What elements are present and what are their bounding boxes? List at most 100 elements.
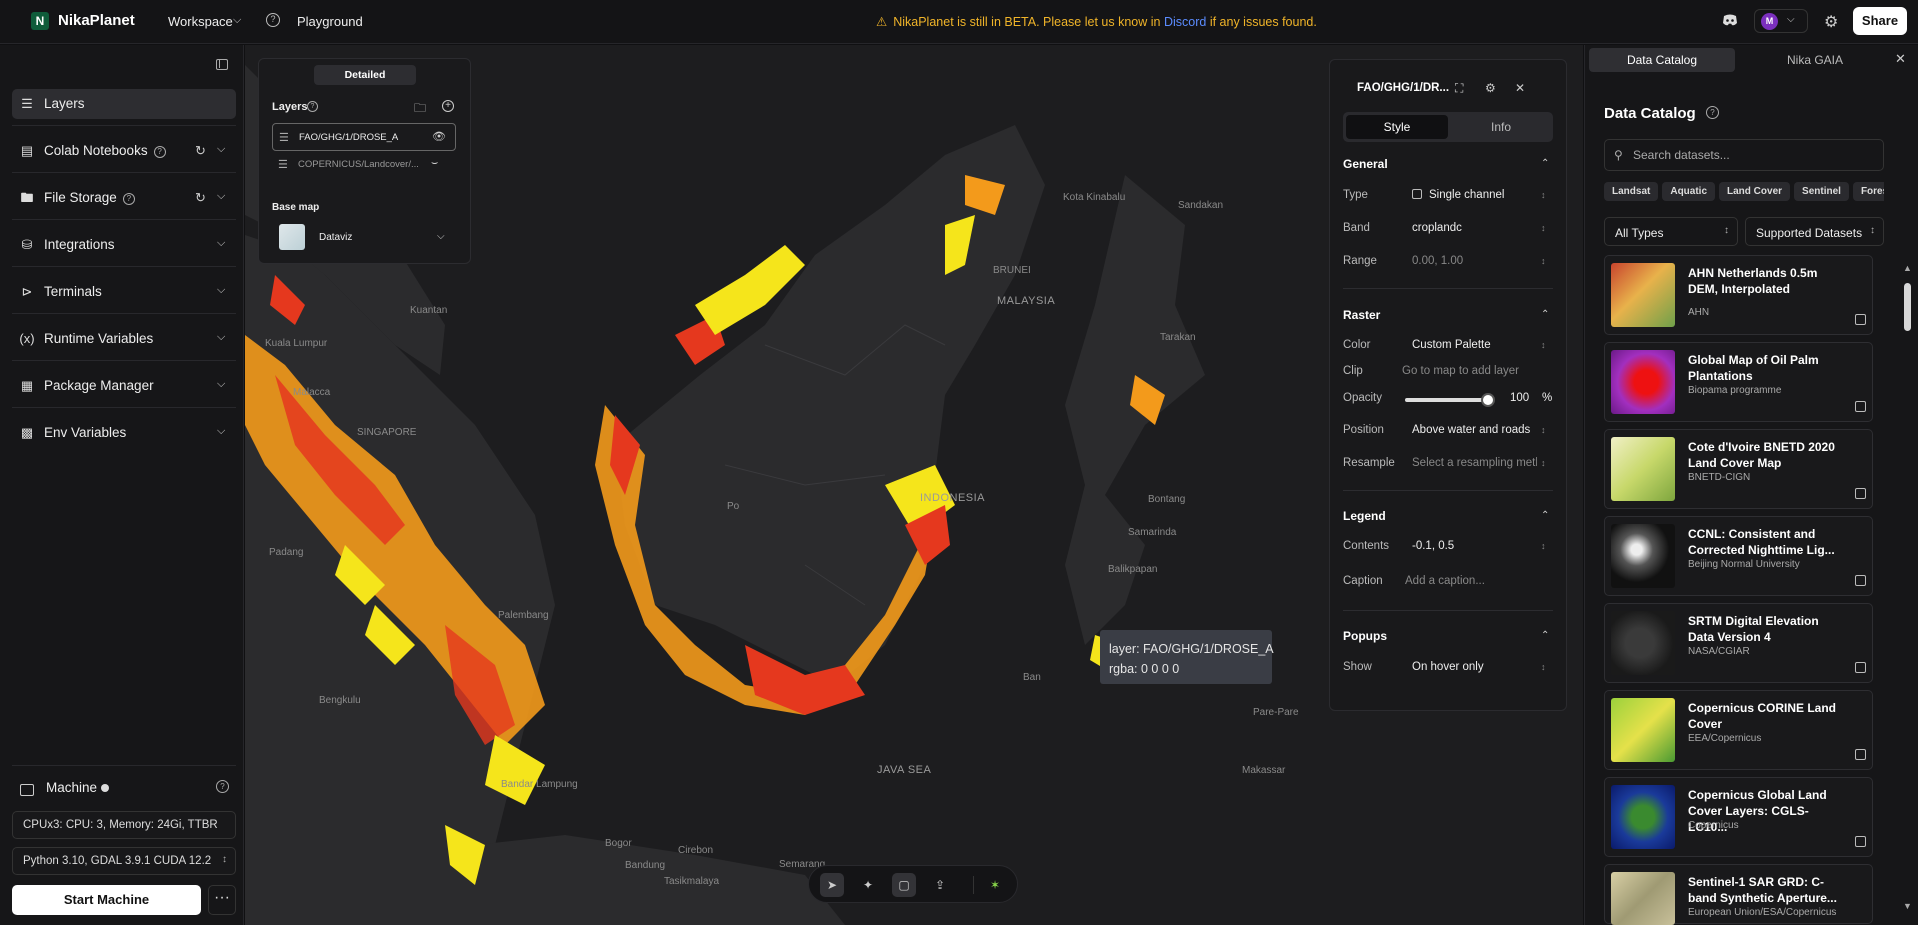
eye-icon[interactable]: 👁: [432, 130, 446, 143]
sidebar-item-colab-notebooks[interactable]: ▤ Colab Notebooks? ↻ ⌵: [12, 136, 236, 166]
chevron-down-icon[interactable]: ⌵: [217, 425, 225, 438]
preview-icon[interactable]: [1855, 314, 1866, 325]
chevron-up-icon[interactable]: ⌃: [1541, 630, 1549, 641]
gear-icon[interactable]: ⚙: [1824, 12, 1838, 32]
type-filter-select[interactable]: All Types ↕: [1604, 217, 1738, 246]
discord-link[interactable]: Discord: [1164, 15, 1206, 29]
dataset-card[interactable]: Copernicus Global Land Cover Layers: CGL…: [1604, 777, 1873, 857]
ai-sparkle-icon[interactable]: ✶: [983, 873, 1007, 897]
band-select[interactable]: croplandc: [1412, 222, 1537, 234]
more-options-button[interactable]: ···: [208, 885, 236, 915]
sidebar-item-env-variables[interactable]: ▩ Env Variables ⌵: [12, 418, 236, 448]
brand-name[interactable]: NikaPlanet: [58, 12, 135, 29]
chip-landsat[interactable]: Landsat: [1604, 182, 1659, 201]
preview-icon[interactable]: [1855, 401, 1866, 412]
user-menu[interactable]: M ⌵: [1754, 9, 1808, 33]
layer-item[interactable]: ☰ COPERNICUS/Landcover/... ⌣: [272, 151, 456, 179]
support-filter-select[interactable]: Supported Datasets ↕: [1745, 217, 1884, 246]
machine-spec-select[interactable]: CPUx3: CPU: 3, Memory: 24Gi, TTBR: -: [12, 811, 236, 839]
avatar[interactable]: M: [1761, 13, 1778, 30]
help-icon[interactable]: ?: [122, 193, 135, 205]
scroll-down-icon[interactable]: ▼: [1903, 901, 1912, 911]
chip-land-cover[interactable]: Land Cover: [1719, 182, 1791, 201]
help-icon[interactable]: ?: [216, 780, 229, 793]
sidebar-item-terminals[interactable]: ⊳ Terminals ⌵: [12, 277, 236, 307]
dataset-card[interactable]: CCNL: Consistent and Corrected Nighttime…: [1604, 516, 1873, 596]
contents-select[interactable]: -0.1, 0.5: [1412, 540, 1537, 552]
tab-info[interactable]: Info: [1451, 115, 1551, 139]
color-select[interactable]: Custom Palette: [1412, 339, 1537, 351]
type-select[interactable]: Single channel: [1412, 189, 1537, 201]
tab-detailed[interactable]: Detailed: [314, 65, 416, 85]
scroll-up-icon[interactable]: ▲: [1903, 263, 1912, 273]
preview-icon[interactable]: [1855, 836, 1866, 847]
chip-aquatic[interactable]: Aquatic: [1662, 182, 1716, 201]
draw-icon[interactable]: ✦: [856, 873, 880, 897]
refresh-icon[interactable]: ↻: [195, 190, 206, 206]
help-icon[interactable]: ?: [307, 101, 318, 112]
opacity-value[interactable]: 100: [1510, 392, 1540, 404]
upload-icon[interactable]: ⇪: [928, 873, 952, 897]
clip-value[interactable]: Go to map to add layer: [1402, 365, 1527, 377]
chevron-up-icon[interactable]: ⌃: [1541, 510, 1549, 521]
environment-select[interactable]: Python 3.10, GDAL 3.9.1 CUDA 12.2 ↕: [12, 847, 236, 875]
sidebar-item-runtime-variables[interactable]: (x) Runtime Variables ⌵: [12, 324, 236, 354]
preview-icon[interactable]: [1855, 575, 1866, 586]
chevron-down-icon[interactable]: ⌵: [437, 231, 445, 242]
opacity-slider[interactable]: [1405, 398, 1487, 402]
scroll-thumb[interactable]: [1904, 283, 1911, 331]
section-general[interactable]: General: [1343, 157, 1388, 171]
chevron-down-icon[interactable]: ⌵: [217, 143, 225, 156]
chevron-up-icon[interactable]: ⌃: [1541, 309, 1549, 320]
dataset-card[interactable]: Copernicus CORINE Land Cover EEA/Coperni…: [1604, 690, 1873, 770]
sidebar-item-file-storage[interactable]: 🖿 File Storage? ↻ ⌵: [12, 183, 236, 213]
tab-data-catalog[interactable]: Data Catalog: [1589, 48, 1735, 72]
opacity-slider-handle[interactable]: [1481, 393, 1495, 407]
add-folder-icon[interactable]: 🗀: [414, 99, 426, 120]
sidebar-collapse-icon[interactable]: [216, 59, 228, 70]
dataset-card[interactable]: Global Map of Oil Palm Plantations Biopa…: [1604, 342, 1873, 422]
eye-closed-icon[interactable]: ⌣: [431, 157, 438, 170]
sidebar-item-layers[interactable]: ☰ Layers: [12, 89, 236, 119]
help-icon[interactable]: ?: [266, 13, 280, 27]
start-machine-button[interactable]: Start Machine: [12, 885, 201, 915]
discord-icon[interactable]: [1722, 14, 1738, 26]
dataset-card[interactable]: Sentinel-1 SAR GRD: C-band Synthetic Ape…: [1604, 864, 1873, 925]
select-box-icon[interactable]: ▢: [892, 873, 916, 897]
section-legend[interactable]: Legend: [1343, 509, 1386, 523]
catalog-scrollbar[interactable]: ▲ ▼: [1901, 261, 1913, 921]
checkbox-icon[interactable]: [1412, 189, 1422, 199]
search-input[interactable]: [1633, 146, 1873, 164]
zoom-to-layer-icon[interactable]: ⛶: [1455, 81, 1463, 96]
section-popups[interactable]: Popups: [1343, 629, 1387, 643]
sidebar-item-package-manager[interactable]: ▦ Package Manager ⌵: [12, 371, 236, 401]
chevron-down-icon[interactable]: ⌵: [217, 237, 225, 250]
sidebar-item-integrations[interactable]: ⛁ Integrations ⌵: [12, 230, 236, 260]
preview-icon[interactable]: [1855, 662, 1866, 673]
section-raster[interactable]: Raster: [1343, 308, 1380, 322]
dataset-card[interactable]: Cote d'Ivoire BNETD 2020 Land Cover Map …: [1604, 429, 1873, 509]
basemap-select[interactable]: Dataviz: [319, 232, 352, 243]
gear-icon[interactable]: ⚙: [1485, 81, 1496, 95]
position-select[interactable]: Above water and roads: [1412, 424, 1537, 436]
logo-icon[interactable]: N: [31, 12, 49, 30]
pointer-icon[interactable]: ➤: [820, 873, 844, 897]
dataset-card[interactable]: SRTM Digital Elevation Data Version 4 NA…: [1604, 603, 1873, 683]
chevron-down-icon[interactable]: ⌵: [217, 378, 225, 391]
chevron-up-icon[interactable]: ⌃: [1541, 158, 1549, 169]
chevron-down-icon[interactable]: ⌵: [217, 190, 225, 203]
add-layer-icon[interactable]: +: [442, 100, 454, 112]
help-icon[interactable]: ?: [1706, 106, 1719, 119]
chip-forest[interactable]: Forest: [1852, 182, 1884, 201]
chevron-down-icon[interactable]: ⌵: [1787, 14, 1795, 25]
playground-title[interactable]: Playground: [297, 14, 363, 29]
chevron-down-icon[interactable]: ⌵: [217, 284, 225, 297]
chip-sentinel[interactable]: Sentinel: [1794, 182, 1849, 201]
chevron-down-icon[interactable]: ⌵: [233, 14, 241, 27]
close-icon[interactable]: ✕: [1515, 81, 1525, 95]
close-icon[interactable]: ✕: [1895, 51, 1906, 67]
resample-select[interactable]: Select a resampling method: [1412, 457, 1537, 469]
dataset-card[interactable]: AHN Netherlands 0.5m DEM, Interpolated A…: [1604, 255, 1873, 335]
dataset-search[interactable]: ⚲: [1604, 139, 1884, 171]
tab-nika-gaia[interactable]: Nika GAIA: [1735, 48, 1895, 72]
